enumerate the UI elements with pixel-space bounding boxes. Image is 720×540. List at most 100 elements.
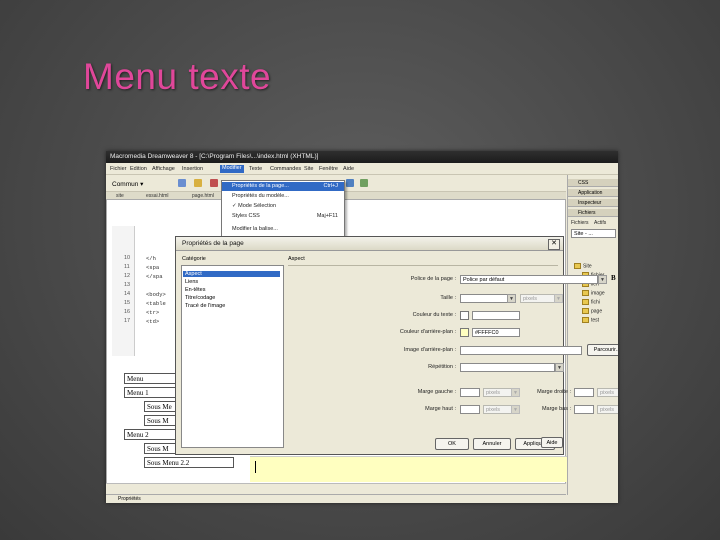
menu-site[interactable]: Site bbox=[304, 166, 313, 172]
margin-top-input[interactable] bbox=[460, 405, 480, 414]
bold-icon[interactable]: B bbox=[611, 274, 616, 282]
menu-item-css-styles[interactable]: Styles CSS Maj+F11 bbox=[222, 212, 344, 221]
menubar: Fichier Edition Affichage Insertion Modi… bbox=[106, 164, 618, 175]
toolbar-category-select[interactable]: Commun ▾ bbox=[112, 180, 143, 188]
tree-item[interactable]: image bbox=[582, 290, 605, 296]
modifier-dropdown-menu: Propriétés de la page... Ctrl+J Propriété… bbox=[221, 180, 345, 244]
code-line: <tr> bbox=[146, 309, 160, 316]
tree-item[interactable]: page bbox=[582, 308, 602, 314]
text-color-input[interactable] bbox=[472, 311, 520, 320]
margin-left-label: Marge gauche : bbox=[417, 389, 456, 395]
table-row[interactable]: Menu 2 bbox=[124, 429, 179, 440]
close-icon[interactable]: ✕ bbox=[548, 239, 560, 250]
site-select[interactable]: Site - ... bbox=[571, 229, 616, 238]
menu-aide[interactable]: Aide bbox=[343, 166, 354, 172]
menu-commandes[interactable]: Commandes bbox=[270, 166, 301, 172]
file-icon bbox=[582, 308, 589, 314]
margin-top-label: Marge haut : bbox=[425, 406, 456, 412]
chevron-down-icon: ▼ bbox=[554, 294, 563, 303]
line-number: 14 bbox=[124, 291, 131, 297]
bg-color-label: Couleur d'arrière-plan : bbox=[399, 329, 456, 335]
properties-panel-bar[interactable]: Propriétés bbox=[106, 495, 618, 503]
code-line: </spa bbox=[146, 273, 163, 280]
category-links[interactable]: Liens bbox=[185, 279, 198, 285]
properties-panel-label: Propriétés bbox=[118, 496, 141, 502]
menu-texte[interactable]: Texte bbox=[249, 166, 262, 172]
menu-edition[interactable]: Edition bbox=[130, 166, 147, 172]
table-row[interactable]: Menu bbox=[124, 373, 179, 384]
cancel-button[interactable]: Annuler bbox=[473, 438, 511, 450]
anchor-icon[interactable] bbox=[210, 179, 218, 187]
menu-item-template-properties[interactable]: Propriétés du modèle... bbox=[222, 192, 344, 201]
email-icon[interactable] bbox=[194, 179, 202, 187]
file-icon bbox=[582, 317, 589, 323]
repeat-label: Répétition : bbox=[428, 364, 456, 370]
image-icon[interactable] bbox=[346, 179, 354, 187]
page-font-label: Police de la page : bbox=[410, 276, 456, 282]
menu-affichage[interactable]: Affichage bbox=[152, 166, 175, 172]
category-tracing-image[interactable]: Tracé de l'image bbox=[185, 303, 225, 309]
repeat-select[interactable] bbox=[460, 363, 555, 372]
panel-inspector[interactable]: Inspecteur bbox=[568, 199, 618, 207]
hyperlink-icon[interactable] bbox=[178, 179, 186, 187]
app-titlebar: Macromedia Dreamweaver 8 - [C:\Program F… bbox=[106, 151, 618, 163]
chevron-down-icon[interactable]: ▼ bbox=[555, 363, 564, 372]
menu-insertion[interactable]: Insertion bbox=[182, 166, 203, 172]
status-bar bbox=[106, 483, 566, 494]
code-line: </h bbox=[146, 255, 156, 262]
margin-bottom-label: Marge bas : bbox=[541, 406, 571, 412]
help-button[interactable]: Aide bbox=[541, 437, 563, 448]
margin-left-input[interactable] bbox=[460, 388, 480, 397]
page-font-select[interactable]: Police par défaut bbox=[460, 275, 598, 284]
file-icon bbox=[582, 299, 589, 305]
line-number: 10 bbox=[124, 255, 131, 261]
code-line: <table bbox=[146, 300, 166, 307]
tree-item[interactable]: test bbox=[582, 317, 599, 323]
media-icon[interactable] bbox=[360, 179, 368, 187]
tab-files[interactable]: Fichiers bbox=[571, 220, 589, 226]
dialog-titlebar: Propriétés de la page bbox=[176, 237, 563, 251]
bg-color-swatch[interactable] bbox=[460, 328, 469, 337]
category-aspect[interactable]: Aspect bbox=[183, 271, 280, 277]
menu-fichier[interactable]: Fichier bbox=[110, 166, 127, 172]
dialog-title: Propriétés de la page bbox=[182, 240, 244, 247]
right-panel-group: CSS Application Inspecteur Fichiers Fich… bbox=[567, 175, 618, 495]
chevron-down-icon[interactable]: ▼ bbox=[598, 275, 607, 284]
panel-application[interactable]: Application bbox=[568, 189, 618, 197]
margin-bottom-input[interactable] bbox=[574, 405, 594, 414]
table-row[interactable]: Sous Menu 2.2 bbox=[144, 457, 234, 468]
table-row[interactable]: Menu 1 bbox=[124, 387, 179, 398]
design-view-background[interactable] bbox=[250, 456, 568, 482]
margin-right-unit: pixels bbox=[597, 388, 618, 397]
panel-files[interactable]: Fichiers bbox=[568, 209, 618, 217]
menu-item-page-properties[interactable]: Propriétés de la page... Ctrl+J bbox=[222, 182, 344, 191]
text-color-swatch[interactable] bbox=[460, 311, 469, 320]
ok-button[interactable]: OK bbox=[435, 438, 469, 450]
code-line: <spa bbox=[146, 264, 160, 271]
tab-assets[interactable]: Actifs bbox=[594, 220, 606, 226]
browse-button[interactable]: Parcourir... bbox=[587, 344, 618, 356]
bg-color-input[interactable]: #FFFFC0 bbox=[472, 328, 520, 337]
category-list: Aspect Liens En-têtes Titre/codage Tracé… bbox=[181, 265, 284, 448]
menu-item-selection-mode[interactable]: ✓ Mode Sélection bbox=[222, 202, 344, 211]
divider bbox=[288, 265, 558, 266]
menu-item-edit-tag[interactable]: Modifier la balise... bbox=[222, 225, 344, 234]
chevron-down-icon[interactable]: ▼ bbox=[507, 294, 516, 303]
tree-item[interactable]: fichi bbox=[582, 299, 600, 305]
line-number: 12 bbox=[124, 273, 131, 279]
code-line: <td> bbox=[146, 318, 160, 325]
category-headings[interactable]: En-têtes bbox=[185, 287, 205, 293]
bg-image-input[interactable] bbox=[460, 346, 582, 355]
tree-item[interactable]: Site bbox=[574, 263, 592, 269]
margin-right-input[interactable] bbox=[574, 388, 594, 397]
bg-image-label: Image d'arrière-plan : bbox=[403, 347, 456, 353]
menu-modifier[interactable]: Modifier bbox=[220, 165, 244, 173]
line-number: 16 bbox=[124, 309, 131, 315]
margin-right-label: Marge droite : bbox=[537, 389, 571, 395]
category-title-encoding[interactable]: Titre/codage bbox=[185, 295, 215, 301]
menu-fenetre[interactable]: Fenêtre bbox=[319, 166, 338, 172]
slide-title: Menu texte bbox=[83, 56, 272, 97]
aspect-panel-label: Aspect bbox=[288, 256, 305, 262]
line-number: 17 bbox=[124, 318, 131, 324]
panel-css[interactable]: CSS bbox=[568, 179, 618, 187]
